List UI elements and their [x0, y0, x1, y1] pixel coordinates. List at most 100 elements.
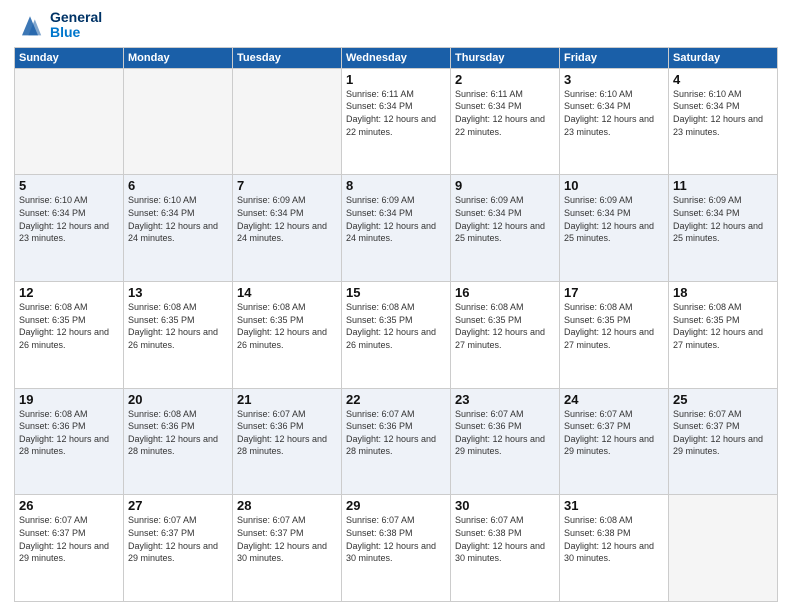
day-number: 26 — [19, 498, 119, 513]
sunset-text: Sunset: 6:38 PM — [346, 527, 446, 540]
daylight-text: Daylight: 12 hours and 26 minutes. — [128, 326, 228, 351]
sunset-text: Sunset: 6:34 PM — [564, 100, 664, 113]
day-number: 2 — [455, 72, 555, 87]
day-info: Sunrise: 6:08 AM Sunset: 6:35 PM Dayligh… — [346, 301, 446, 351]
day-of-week-header: Thursday — [451, 47, 560, 68]
day-info: Sunrise: 6:07 AM Sunset: 6:37 PM Dayligh… — [128, 514, 228, 564]
day-info: Sunrise: 6:07 AM Sunset: 6:36 PM Dayligh… — [346, 408, 446, 458]
sunrise-text: Sunrise: 6:10 AM — [128, 194, 228, 207]
day-info: Sunrise: 6:10 AM Sunset: 6:34 PM Dayligh… — [673, 88, 773, 138]
day-number: 16 — [455, 285, 555, 300]
calendar-cell: 14 Sunrise: 6:08 AM Sunset: 6:35 PM Dayl… — [233, 282, 342, 389]
sunrise-text: Sunrise: 6:08 AM — [128, 301, 228, 314]
day-number: 25 — [673, 392, 773, 407]
sunrise-text: Sunrise: 6:08 AM — [19, 408, 119, 421]
daylight-text: Daylight: 12 hours and 28 minutes. — [19, 433, 119, 458]
day-info: Sunrise: 6:08 AM Sunset: 6:35 PM Dayligh… — [564, 301, 664, 351]
day-number: 9 — [455, 178, 555, 193]
day-info: Sunrise: 6:08 AM Sunset: 6:35 PM Dayligh… — [237, 301, 337, 351]
header: General Blue — [14, 10, 778, 41]
day-info: Sunrise: 6:09 AM Sunset: 6:34 PM Dayligh… — [237, 194, 337, 244]
sunrise-text: Sunrise: 6:07 AM — [237, 514, 337, 527]
calendar-cell: 1 Sunrise: 6:11 AM Sunset: 6:34 PM Dayli… — [342, 68, 451, 175]
calendar-cell: 12 Sunrise: 6:08 AM Sunset: 6:35 PM Dayl… — [15, 282, 124, 389]
daylight-text: Daylight: 12 hours and 22 minutes. — [455, 113, 555, 138]
calendar-week-row: 5 Sunrise: 6:10 AM Sunset: 6:34 PM Dayli… — [15, 175, 778, 282]
calendar-cell: 29 Sunrise: 6:07 AM Sunset: 6:38 PM Dayl… — [342, 495, 451, 602]
sunset-text: Sunset: 6:36 PM — [346, 420, 446, 433]
calendar-cell: 19 Sunrise: 6:08 AM Sunset: 6:36 PM Dayl… — [15, 388, 124, 495]
daylight-text: Daylight: 12 hours and 27 minutes. — [673, 326, 773, 351]
sunset-text: Sunset: 6:37 PM — [673, 420, 773, 433]
sunset-text: Sunset: 6:34 PM — [673, 100, 773, 113]
calendar-week-row: 19 Sunrise: 6:08 AM Sunset: 6:36 PM Dayl… — [15, 388, 778, 495]
sunrise-text: Sunrise: 6:09 AM — [346, 194, 446, 207]
day-info: Sunrise: 6:08 AM Sunset: 6:35 PM Dayligh… — [455, 301, 555, 351]
sunset-text: Sunset: 6:34 PM — [673, 207, 773, 220]
sunset-text: Sunset: 6:37 PM — [128, 527, 228, 540]
daylight-text: Daylight: 12 hours and 25 minutes. — [673, 220, 773, 245]
daylight-text: Daylight: 12 hours and 29 minutes. — [455, 433, 555, 458]
calendar-cell: 7 Sunrise: 6:09 AM Sunset: 6:34 PM Dayli… — [233, 175, 342, 282]
day-info: Sunrise: 6:07 AM Sunset: 6:37 PM Dayligh… — [673, 408, 773, 458]
calendar-cell: 2 Sunrise: 6:11 AM Sunset: 6:34 PM Dayli… — [451, 68, 560, 175]
logo: General Blue — [14, 10, 102, 41]
sunset-text: Sunset: 6:34 PM — [128, 207, 228, 220]
day-number: 8 — [346, 178, 446, 193]
calendar-cell: 27 Sunrise: 6:07 AM Sunset: 6:37 PM Dayl… — [124, 495, 233, 602]
calendar-cell: 25 Sunrise: 6:07 AM Sunset: 6:37 PM Dayl… — [669, 388, 778, 495]
daylight-text: Daylight: 12 hours and 26 minutes. — [19, 326, 119, 351]
sunrise-text: Sunrise: 6:07 AM — [128, 514, 228, 527]
sunrise-text: Sunrise: 6:07 AM — [346, 408, 446, 421]
day-number: 7 — [237, 178, 337, 193]
daylight-text: Daylight: 12 hours and 29 minutes. — [673, 433, 773, 458]
day-number: 24 — [564, 392, 664, 407]
sunrise-text: Sunrise: 6:07 AM — [564, 408, 664, 421]
sunrise-text: Sunrise: 6:10 AM — [19, 194, 119, 207]
calendar-table: SundayMondayTuesdayWednesdayThursdayFrid… — [14, 47, 778, 602]
daylight-text: Daylight: 12 hours and 24 minutes. — [237, 220, 337, 245]
day-number: 1 — [346, 72, 446, 87]
day-info: Sunrise: 6:10 AM Sunset: 6:34 PM Dayligh… — [128, 194, 228, 244]
calendar-cell: 21 Sunrise: 6:07 AM Sunset: 6:36 PM Dayl… — [233, 388, 342, 495]
day-number: 23 — [455, 392, 555, 407]
daylight-text: Daylight: 12 hours and 22 minutes. — [346, 113, 446, 138]
sunrise-text: Sunrise: 6:07 AM — [673, 408, 773, 421]
sunset-text: Sunset: 6:35 PM — [19, 314, 119, 327]
day-info: Sunrise: 6:08 AM Sunset: 6:35 PM Dayligh… — [673, 301, 773, 351]
calendar-cell: 18 Sunrise: 6:08 AM Sunset: 6:35 PM Dayl… — [669, 282, 778, 389]
daylight-text: Daylight: 12 hours and 27 minutes. — [564, 326, 664, 351]
calendar-cell: 11 Sunrise: 6:09 AM Sunset: 6:34 PM Dayl… — [669, 175, 778, 282]
logo-text: General Blue — [50, 10, 102, 41]
sunset-text: Sunset: 6:37 PM — [564, 420, 664, 433]
calendar-cell: 16 Sunrise: 6:08 AM Sunset: 6:35 PM Dayl… — [451, 282, 560, 389]
daylight-text: Daylight: 12 hours and 23 minutes. — [564, 113, 664, 138]
sunset-text: Sunset: 6:36 PM — [237, 420, 337, 433]
calendar-header-row: SundayMondayTuesdayWednesdayThursdayFrid… — [15, 47, 778, 68]
day-number: 31 — [564, 498, 664, 513]
daylight-text: Daylight: 12 hours and 30 minutes. — [564, 540, 664, 565]
day-number: 4 — [673, 72, 773, 87]
daylight-text: Daylight: 12 hours and 24 minutes. — [128, 220, 228, 245]
calendar-week-row: 26 Sunrise: 6:07 AM Sunset: 6:37 PM Dayl… — [15, 495, 778, 602]
calendar-cell: 8 Sunrise: 6:09 AM Sunset: 6:34 PM Dayli… — [342, 175, 451, 282]
day-of-week-header: Sunday — [15, 47, 124, 68]
day-of-week-header: Saturday — [669, 47, 778, 68]
sunset-text: Sunset: 6:35 PM — [346, 314, 446, 327]
sunrise-text: Sunrise: 6:07 AM — [455, 514, 555, 527]
sunrise-text: Sunrise: 6:08 AM — [564, 514, 664, 527]
daylight-text: Daylight: 12 hours and 29 minutes. — [128, 540, 228, 565]
day-info: Sunrise: 6:09 AM Sunset: 6:34 PM Dayligh… — [455, 194, 555, 244]
daylight-text: Daylight: 12 hours and 28 minutes. — [237, 433, 337, 458]
day-info: Sunrise: 6:08 AM Sunset: 6:35 PM Dayligh… — [19, 301, 119, 351]
sunrise-text: Sunrise: 6:08 AM — [673, 301, 773, 314]
sunrise-text: Sunrise: 6:10 AM — [564, 88, 664, 101]
calendar-cell: 3 Sunrise: 6:10 AM Sunset: 6:34 PM Dayli… — [560, 68, 669, 175]
daylight-text: Daylight: 12 hours and 27 minutes. — [455, 326, 555, 351]
daylight-text: Daylight: 12 hours and 23 minutes. — [673, 113, 773, 138]
sunset-text: Sunset: 6:35 PM — [673, 314, 773, 327]
calendar-cell: 15 Sunrise: 6:08 AM Sunset: 6:35 PM Dayl… — [342, 282, 451, 389]
calendar-cell: 24 Sunrise: 6:07 AM Sunset: 6:37 PM Dayl… — [560, 388, 669, 495]
calendar-cell: 6 Sunrise: 6:10 AM Sunset: 6:34 PM Dayli… — [124, 175, 233, 282]
day-of-week-header: Tuesday — [233, 47, 342, 68]
